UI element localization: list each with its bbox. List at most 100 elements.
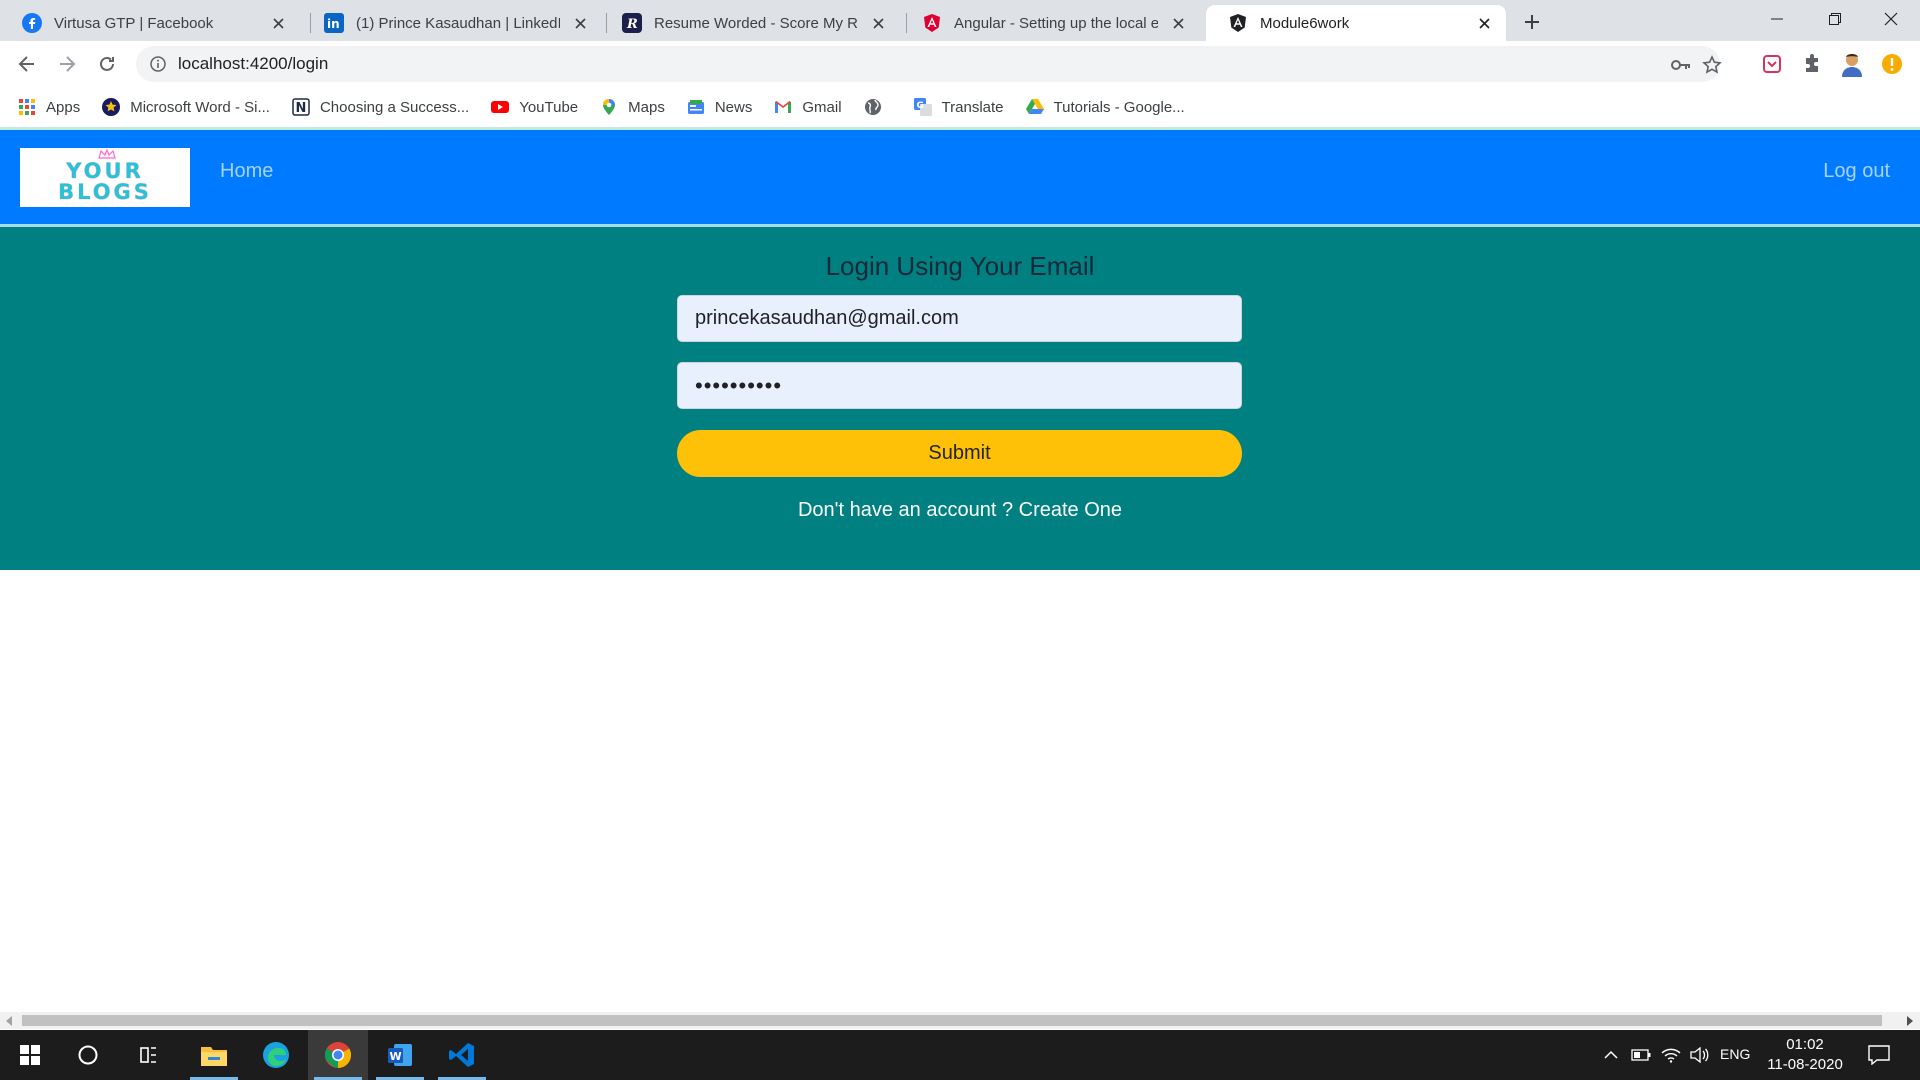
pocket-extension-icon[interactable] (1759, 51, 1785, 77)
bookmark-choosing-success[interactable]: N Choosing a Success... (292, 98, 469, 116)
taskbar-vscode[interactable] (432, 1030, 492, 1080)
edge-icon (263, 1042, 289, 1068)
extensions-puzzle-icon[interactable] (1799, 51, 1825, 77)
task-view-icon (140, 1047, 156, 1063)
bookmark-gmail[interactable]: Gmail (774, 98, 842, 116)
reload-icon (100, 56, 114, 71)
key-icon[interactable] (1670, 54, 1692, 76)
address-bar[interactable]: localhost:4200/login (136, 46, 1723, 82)
email-field[interactable]: princekasaudhan@gmail.com (677, 295, 1242, 342)
task-view-button[interactable] (118, 1030, 178, 1080)
star-badge-icon (102, 98, 121, 116)
nav-home-link[interactable]: Home (220, 160, 273, 183)
taskbar-file-explorer[interactable] (184, 1030, 244, 1080)
create-account-link[interactable]: Don't have an account ? Create One (0, 499, 1920, 522)
tab-linkedin[interactable]: in (1) Prince Kasaudhan | LinkedIn (302, 5, 602, 41)
search-button[interactable] (58, 1030, 118, 1080)
clock-time: 01:02 (1786, 1036, 1824, 1053)
bookmark-label: Choosing a Success... (319, 98, 470, 116)
reload-button[interactable] (91, 48, 123, 80)
bookmark-translate[interactable]: G Translate (913, 98, 1004, 116)
bookmark-maps[interactable]: Maps (600, 98, 665, 116)
tab-title: Virtusa GTP | Facebook (54, 14, 214, 32)
svg-text:R: R (626, 17, 638, 32)
tab-angular-setup[interactable]: Angular - Setting up the local en (900, 5, 1200, 41)
tab-title: (1) Prince Kasaudhan | LinkedIn (356, 14, 560, 32)
input-language-indicator[interactable]: ENG (1720, 1046, 1750, 1062)
new-tab-button[interactable] (1518, 8, 1546, 36)
windows-logo-icon (20, 1045, 40, 1065)
angular-icon (922, 13, 942, 33)
close-icon[interactable] (570, 13, 590, 33)
taskbar-edge[interactable] (246, 1030, 306, 1080)
email-value: princekasaudhan@gmail.com (695, 307, 959, 329)
arrow-left-icon (18, 56, 34, 72)
youtube-icon (491, 98, 510, 116)
password-field[interactable]: •••••••••• (677, 362, 1242, 409)
volume-icon[interactable] (1688, 1044, 1710, 1066)
bookmark-apps[interactable]: Apps (18, 98, 80, 116)
minimize-icon (1771, 18, 1783, 20)
tab-title: Angular - Setting up the local en (954, 14, 1158, 32)
nav-logout-link[interactable]: Log out (1823, 160, 1890, 183)
wifi-icon[interactable] (1660, 1044, 1682, 1066)
bookmark-star-icon[interactable] (1701, 54, 1723, 76)
site-logo[interactable]: YOUR BLOGS (20, 148, 190, 207)
bookmark-news[interactable]: News (687, 98, 753, 116)
cortana-circle-icon (78, 1045, 98, 1065)
submit-button[interactable]: Submit (677, 430, 1242, 477)
logo-text-line1: YOUR (66, 158, 144, 183)
horizontal-scrollbar[interactable] (0, 1012, 1920, 1029)
battery-icon[interactable] (1630, 1044, 1652, 1066)
restore-icon (1829, 13, 1841, 25)
scrollbar-thumb[interactable] (22, 1015, 1882, 1026)
bookmark-youtube[interactable]: YouTube (491, 98, 578, 116)
bookmark-label: News (714, 98, 753, 116)
bookmarks-bar: Apps Microsoft Word - Si... N Choosing a… (0, 87, 1920, 127)
profile-avatar-icon[interactable] (1839, 51, 1865, 77)
file-explorer-icon (201, 1047, 227, 1066)
tab-title: Module6work (1260, 14, 1350, 32)
globe-icon (864, 98, 882, 116)
bookmark-globe[interactable] (864, 98, 892, 116)
svg-text:N: N (295, 101, 306, 116)
tab-facebook[interactable]: Virtusa GTP | Facebook (0, 5, 300, 41)
tab-module6work[interactable]: Module6work (1206, 5, 1506, 41)
close-icon[interactable] (868, 13, 888, 33)
resume-worded-icon: R (622, 13, 642, 33)
scroll-right-arrow-icon[interactable] (1907, 1016, 1913, 1026)
back-button[interactable] (11, 48, 43, 80)
bookmark-microsoft-word[interactable]: Microsoft Word - Si... (102, 98, 270, 116)
bookmark-tutorials-google[interactable]: Tutorials - Google... (1025, 98, 1185, 116)
taskbar-chrome[interactable] (308, 1030, 368, 1080)
update-alert-icon[interactable] (1879, 51, 1905, 77)
google-drive-icon (1025, 98, 1044, 116)
login-section: Login Using Your Email princekasaudhan@g… (0, 224, 1920, 570)
notifications-icon[interactable] (1868, 1044, 1890, 1066)
start-button[interactable] (0, 1030, 60, 1080)
vscode-icon (449, 1043, 474, 1067)
arrow-right-icon (60, 56, 76, 72)
restore-button[interactable] (1806, 0, 1864, 38)
close-icon[interactable] (1168, 13, 1188, 33)
gmail-icon (774, 98, 792, 116)
minimize-button[interactable] (1748, 0, 1806, 38)
close-icon[interactable] (268, 13, 288, 33)
show-hidden-icons-chevron-up-icon[interactable] (1600, 1044, 1622, 1066)
bookmark-label: Translate (941, 98, 1004, 116)
close-window-button[interactable] (1862, 0, 1920, 38)
login-title: Login Using Your Email (825, 251, 1095, 281)
bookmark-label: YouTube (519, 98, 579, 116)
system-clock[interactable]: 01:02 11-08-2020 (1762, 1035, 1848, 1075)
close-icon[interactable] (1474, 13, 1494, 33)
info-icon[interactable] (150, 56, 166, 72)
bookmark-label: Tutorials - Google... (1053, 98, 1185, 116)
forward-button[interactable] (51, 48, 83, 80)
scroll-left-arrow-icon[interactable] (6, 1016, 12, 1026)
notion-icon: N (292, 98, 310, 116)
close-icon (1884, 12, 1898, 26)
browser-toolbar: localhost:4200/login (0, 41, 1920, 87)
svg-text:in: in (327, 17, 340, 31)
tab-resume-worded[interactable]: R Resume Worded - Score My Resu (600, 5, 900, 41)
taskbar-word[interactable]: W (370, 1030, 430, 1080)
